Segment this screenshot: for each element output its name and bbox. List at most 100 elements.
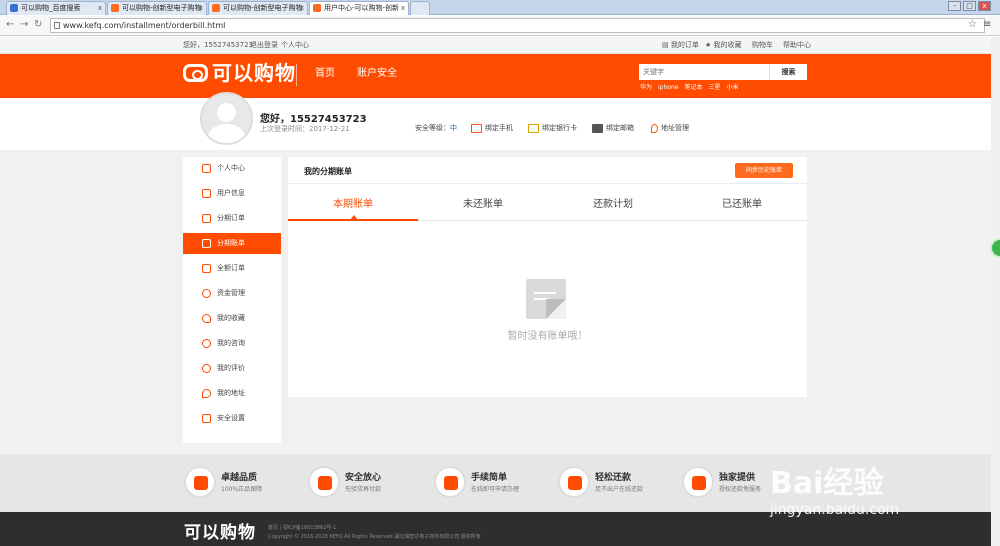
browser-tab-label: 可以购物_百度搜索 <box>21 4 81 12</box>
menu-icon[interactable]: ≡ <box>983 19 991 30</box>
nav-account-security[interactable]: 账户安全 <box>357 66 397 82</box>
sidebar-item-label: 分期订单 <box>217 214 245 222</box>
tab-paid-bills[interactable]: 已还账单 <box>677 195 807 210</box>
feature-title: 独家提供 <box>719 473 756 483</box>
bind-bank-card-label: 绑定银行卡 <box>542 124 577 132</box>
my-orders-label: 我的订单 <box>670 41 699 49</box>
browser-tab-active[interactable]: 用户中心-可以购物-创新 x <box>309 1 409 15</box>
avatar[interactable] <box>200 92 253 145</box>
sidebar-item-installment-orders[interactable]: 分期订单 <box>183 208 281 229</box>
bank-card-icon <box>528 123 539 133</box>
reload-icon[interactable]: ↻ <box>34 19 42 30</box>
sidebar-item-security-settings[interactable]: 安全设置 <box>183 408 281 429</box>
my-favorites-link[interactable]: ★ 我的收藏 <box>705 37 742 53</box>
header-divider <box>296 64 297 86</box>
profile-link[interactable]: 个人中心 <box>281 37 309 53</box>
sidebar-item-reviews[interactable]: 我的评价 <box>183 358 281 379</box>
bill-panel: 我的分期账单 同步历史账单 本期账单 未还账单 还款计划 已还账单 暂时没有账单… <box>288 157 807 397</box>
sidebar-item-addresses[interactable]: 我的地址 <box>183 383 281 404</box>
hotword-link[interactable]: 小米 <box>727 84 739 91</box>
empty-document-icon <box>526 279 566 319</box>
sidebar-item-full-orders[interactable]: 全额订单 <box>183 258 281 279</box>
tab-repayment-plan[interactable]: 还款计划 <box>548 195 678 210</box>
site-logo[interactable]: 可以购物 <box>183 61 296 85</box>
browser-tab[interactable]: 可以购物_百度搜索 x <box>6 1 106 15</box>
security-level: 安全等级：中 <box>415 123 457 133</box>
list-icon <box>202 264 211 273</box>
browser-tab[interactable]: 可以购物-创新型电子购物 x <box>208 1 308 15</box>
sidebar-item-label: 全额订单 <box>217 264 245 272</box>
bookmark-star-icon[interactable]: ☆ <box>968 19 977 30</box>
tab-current-bill[interactable]: 本期账单 <box>288 195 418 210</box>
avatar-body-shape <box>208 124 245 143</box>
sidebar-item-label: 资金管理 <box>217 289 245 297</box>
back-arrow-icon[interactable]: ← <box>6 19 14 30</box>
sidebar-item-favorites[interactable]: 我的收藏 <box>183 308 281 329</box>
location-pin-icon <box>651 123 658 133</box>
sidebar-item-fund-management[interactable]: 资金管理 <box>183 283 281 304</box>
sidebar-item-installment-bills[interactable]: 分期账单 <box>183 233 281 254</box>
sidebar-item-inquiries[interactable]: 我的咨询 <box>183 333 281 354</box>
search-input[interactable] <box>639 64 769 80</box>
feature-subtitle: 足不出户在线还款 <box>595 486 644 493</box>
minimize-button[interactable]: - <box>948 1 961 11</box>
topbar-greeting: 您好，15527453723 <box>183 41 253 49</box>
feature-title: 轻松还款 <box>595 473 632 483</box>
sidebar-item-personal-center[interactable]: 个人中心 <box>183 158 281 179</box>
tab-unpaid-bills[interactable]: 未还账单 <box>418 195 548 210</box>
browser-tab[interactable]: 可以购物-创新型电子购物 x <box>107 1 207 15</box>
cart-favicon-icon <box>313 4 321 12</box>
hotword-link[interactable]: 笔记本 <box>684 84 702 91</box>
logo-text: 可以购物 <box>212 61 296 85</box>
bind-email-link[interactable]: 绑定邮箱 <box>592 123 634 133</box>
my-orders-link[interactable]: ▤ 我的订单 <box>662 37 699 53</box>
sidebar-item-label: 我的收藏 <box>217 314 245 322</box>
sidebar-item-label: 安全设置 <box>217 414 245 422</box>
footer-links: 首页 | 鄂ICP备16013862号-1 <box>268 525 337 531</box>
close-icon[interactable]: x <box>401 2 405 14</box>
doc-fold <box>546 299 566 319</box>
hotword-link[interactable]: 三星 <box>708 84 720 91</box>
empty-state-text: 暂时没有账单哦！ <box>507 331 588 342</box>
cart-link[interactable]: 购物车 <box>752 37 773 53</box>
panel-divider <box>288 183 807 184</box>
page-scrollbar[interactable] <box>991 37 1000 546</box>
cart-favicon-icon <box>111 4 119 12</box>
avatar-head-shape <box>217 103 236 122</box>
logout-link[interactable]: 退出登录 <box>250 37 278 53</box>
bind-phone-link[interactable]: 绑定手机 <box>471 123 513 133</box>
close-icon[interactable]: x <box>300 2 304 14</box>
user-greeting: 您好，15527453723 <box>260 114 367 125</box>
hotword-link[interactable]: iphone <box>658 84 678 91</box>
close-icon[interactable]: x <box>199 2 203 14</box>
close-icon[interactable]: x <box>98 2 102 14</box>
baidu-favicon-icon <box>10 4 18 12</box>
search-button[interactable]: 搜索 <box>769 64 807 80</box>
top-utility-bar: 您好，15527453723 退出登录 个人中心 ▤ 我的订单 ★ 我的收藏 购… <box>0 37 1000 54</box>
sidebar-item-user-info[interactable]: 用户信息 <box>183 183 281 204</box>
new-tab-button[interactable] <box>410 1 430 15</box>
bind-bank-card-link[interactable]: 绑定银行卡 <box>528 123 577 133</box>
document-edit-icon <box>434 466 466 498</box>
my-favorites-label: 我的收藏 <box>713 41 742 49</box>
watermark-logo: Bai经验 <box>770 466 884 501</box>
sidebar-item-label: 我的地址 <box>217 389 245 397</box>
help-link[interactable]: 帮助中心 <box>783 37 811 53</box>
lock-icon <box>202 414 211 423</box>
nav-home[interactable]: 首页 <box>315 66 335 82</box>
logo-mark-icon <box>183 64 208 82</box>
address-manage-link[interactable]: 地址管理 <box>651 123 689 133</box>
cart-favicon-icon <box>212 4 220 12</box>
sync-history-bills-button[interactable]: 同步历史账单 <box>735 163 793 178</box>
url-field[interactable]: www.kefq.com/installment/orderbill.html <box>50 18 985 33</box>
order-icon <box>202 214 211 223</box>
window-close-button[interactable]: x <box>978 1 991 11</box>
forward-arrow-icon[interactable]: → <box>20 19 28 30</box>
feature-subtitle: 授权还款免服务 <box>719 486 762 493</box>
hotword-link[interactable]: 华为 <box>640 84 652 91</box>
maximize-button[interactable]: □ <box>963 1 976 11</box>
browser-tab-label: 可以购物-创新型电子购物 <box>223 4 303 12</box>
card-icon <box>682 466 714 498</box>
page-icon <box>54 22 60 29</box>
users-icon <box>202 189 211 198</box>
